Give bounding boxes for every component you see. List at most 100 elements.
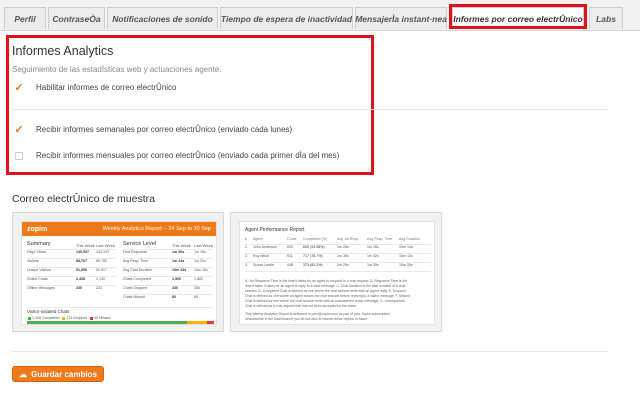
summary-last-week: 89,783 <box>96 259 107 263</box>
enable-email-reports-row[interactable]: ✓ Habilitar informes de correo electrÛni… <box>14 82 177 94</box>
agent-cell: 3 <box>245 263 247 267</box>
legend-completed: 1,428 Completed <box>32 316 60 320</box>
checkmark-icon[interactable]: ✓ <box>14 124 24 136</box>
agent-cell: 1 <box>245 245 247 249</box>
agent-col-header: Avg 1st Resp. <box>337 237 360 241</box>
service-metric: First Response <box>123 250 148 254</box>
service-metric: Chats Missed <box>123 295 145 299</box>
service-col-last-week: Last Week <box>194 243 213 248</box>
service-last-week: 10m 18s <box>194 268 208 272</box>
agent-cell: Susan Lentle <box>253 263 274 267</box>
tab-perfil[interactable]: Perfil <box>4 7 46 29</box>
monthly-reports-row[interactable]: Recibir informes mensuales por correo el… <box>14 151 339 160</box>
summary-this-week: 51,958 <box>76 268 87 272</box>
summary-col-last-week: Last Week <box>96 243 115 248</box>
tab-notificaciones-sonido[interactable]: Notificaciones de sonido <box>107 7 218 29</box>
report-note-line: Chat is defined as a chat request that h… <box>245 304 358 308</box>
service-this-week: 1m 26s <box>172 250 185 254</box>
agent-cell: 10m 55s <box>399 263 413 267</box>
report-note-line: Chat is defined as one where the chat se… <box>245 299 406 303</box>
summary-metric: Page Views <box>27 250 46 254</box>
agent-cell: 10m 14s <box>399 245 413 249</box>
completed-bar-segment <box>27 321 187 324</box>
agent-col-header: Avg Duration <box>399 237 420 241</box>
dropped-bar-segment <box>187 321 207 324</box>
tab-labs[interactable]: Labs <box>589 7 623 29</box>
tab-informes-correo[interactable]: Informes por correo electrÛnico <box>452 7 584 30</box>
service-metric: Avg Resp. Time <box>123 259 149 263</box>
analytics-title: Informes Analytics <box>12 44 114 58</box>
report-header-bar: zopim Weekly Analytics Report -- 24 Sep … <box>22 222 216 236</box>
empty-checkbox-icon[interactable] <box>15 151 23 160</box>
agent-cell: 448 <box>287 263 293 267</box>
agent-table-header: # Agent Chats Completed (%) Avg 1st Resp. Avg… <box>245 237 429 241</box>
agent-cell: 1m 39s <box>367 263 379 267</box>
summary-metric: Online Chats <box>27 277 48 281</box>
summary-heading: Summary <box>27 241 51 247</box>
service-last-week: 356 <box>194 286 200 290</box>
agent-cell: 373 (83.3%) <box>303 263 323 267</box>
service-row: Avg Chat Duration 10m 43s 10m 18s <box>123 268 214 272</box>
weekly-reports-row[interactable]: ✓ Recibir informes semanales por correo … <box>14 124 293 136</box>
summary-row: Online Chats 2,408 2,130 <box>27 277 116 281</box>
report-note-line: session. D. Completed Chat is defined as… <box>245 289 406 293</box>
service-this-week: 10m 43s <box>172 268 187 272</box>
bottom-divider <box>12 351 608 352</box>
agent-col-header: Completed (%) <box>303 237 327 241</box>
sample-weekly-report-card: zopim Weekly Analytics Report -- 24 Sep … <box>12 212 224 332</box>
missed-swatch <box>90 316 94 320</box>
agent-cell: 1m 28s <box>367 245 379 249</box>
agent-cell: 600 <box>287 245 293 249</box>
agent-col-header: Avg Resp. Time <box>367 237 393 241</box>
service-this-week: 1m 24s <box>172 259 185 263</box>
service-metric: Avg Chat Duration <box>123 268 153 272</box>
summary-col-this-week: This Week <box>76 243 95 248</box>
zopim-logo: zopim <box>27 225 48 233</box>
service-level-heading: Service Level <box>123 241 157 247</box>
service-this-week: 336 <box>172 286 178 290</box>
summary-last-week: 143,103 <box>96 250 109 254</box>
checkmark-icon[interactable]: ✓ <box>14 82 24 94</box>
agent-cell: 1m 28s <box>337 263 349 267</box>
service-metric: Chats Completed <box>123 277 151 281</box>
dropped-swatch <box>62 316 66 320</box>
row-divider <box>245 271 431 272</box>
save-changes-label: Guardar cambios <box>31 369 97 379</box>
agent-cell: 911 <box>287 254 293 258</box>
tab-contrasena[interactable]: ContraseÒa <box>48 7 105 29</box>
service-last-week: 60 <box>194 295 198 299</box>
agent-report-heading: Agent Performance Report <box>245 227 305 233</box>
agent-col-header: # <box>245 237 247 241</box>
service-col-this-week: This Week <box>172 243 191 248</box>
agent-cell: John Anderson <box>253 245 277 249</box>
completed-swatch <box>28 316 31 320</box>
analytics-subtitle: Seguimiento de las estadÌsticas web y ac… <box>12 65 222 74</box>
summary-row: Unique Visitors 51,958 50,917 <box>27 268 116 272</box>
visitor-chats-legend: 1,428 Completed 174 Dropped 45 Missed <box>25 316 111 320</box>
agent-cell: 1m 28s <box>337 245 349 249</box>
save-changes-button[interactable]: ☁ Guardar cambios <box>12 366 104 382</box>
enable-email-reports-label: Habilitar informes de correo electrÛnico <box>36 82 177 92</box>
report-note-line: Chat is defined as one where an agent le… <box>245 294 410 298</box>
service-row: Chats Missed 80 60 <box>123 295 214 299</box>
visitor-chats-heading: Visitor-initiated Chats <box>27 309 70 314</box>
tab-mensajeria[interactable]: MensajerÌa instant·nea <box>355 7 447 29</box>
monthly-reports-label: Recibir informes mensuales por correo el… <box>36 151 340 160</box>
agent-row: 2 Roy Mikal 911 717 (78.7%) 1m 36s 1m 42s 10m … <box>245 254 429 258</box>
section-divider <box>12 109 608 110</box>
summary-last-week: 2,130 <box>96 277 105 281</box>
report-note-line: time it takes it takes for an agent to r… <box>245 284 406 288</box>
service-last-week: 1,682 <box>194 277 203 281</box>
report-footer-line: Unsubscribe in the Dashboard if you do n… <box>245 317 369 321</box>
agent-cell: 1m 42s <box>367 254 379 258</box>
report-footer-line: This Weekly Analytics Report is delivere… <box>245 312 391 316</box>
service-last-week: 1m 19s <box>194 250 206 254</box>
tab-tiempo-espera[interactable]: Tiempo de espera de inactividad <box>220 7 353 29</box>
summary-last-week: 223 <box>96 286 102 290</box>
weekly-report-title: Weekly Analytics Report -- 24 Sep to 30 … <box>102 226 211 232</box>
weekly-reports-label: Recibir informes semanales por correo el… <box>36 124 293 134</box>
sample-agent-report-card: Agent Performance Report # Agent Chats Comp… <box>230 212 442 332</box>
legend-missed: 45 Missed <box>94 316 111 320</box>
agent-col-header: Chats <box>287 237 297 241</box>
summary-last-week: 50,917 <box>96 268 107 272</box>
